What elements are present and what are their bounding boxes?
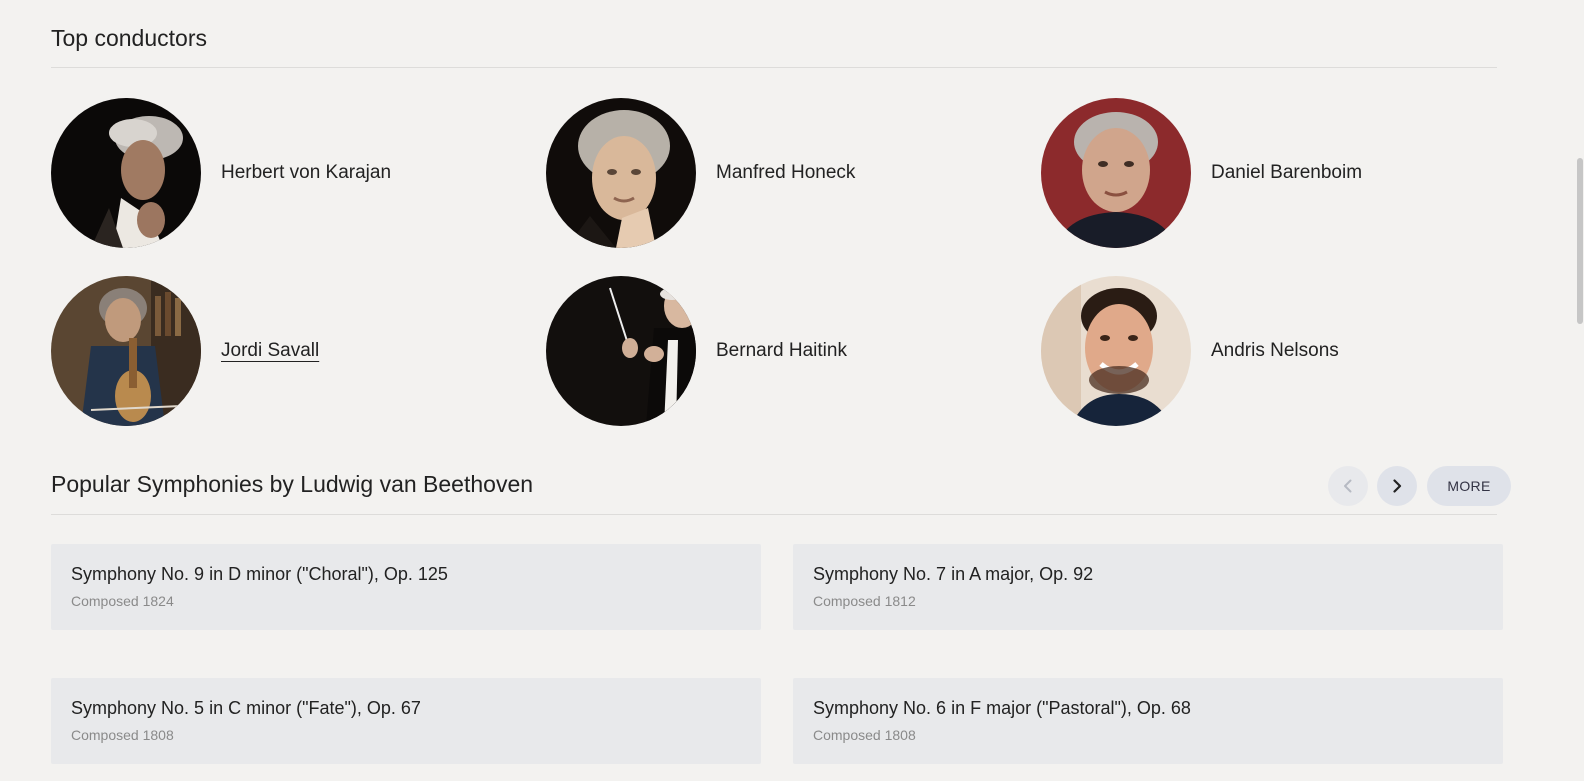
conductor-name: Andris Nelsons <box>1211 340 1339 361</box>
conductor-item-barenboim[interactable]: Daniel Barenboim <box>1041 98 1501 248</box>
conductor-name: Herbert von Karajan <box>221 162 392 183</box>
symphony-composed: Composed 1808 <box>813 727 916 743</box>
conductor-photo <box>546 276 696 426</box>
conductors-section-title: Top conductors <box>51 25 207 51</box>
symphony-title: Symphony No. 7 in A major, Op. 92 <box>813 564 1094 584</box>
symphonies-section-title: Popular Symphonies by Ludwig van Beethov… <box>51 471 534 497</box>
symphony-card[interactable]: Symphony No. 9 in D minor ("Choral"), Op… <box>51 544 761 630</box>
conductor-item-nelsons[interactable]: Andris Nelsons <box>1041 276 1501 426</box>
conductor-photo <box>51 276 201 426</box>
conductor-photo <box>1041 98 1191 248</box>
symphonies-divider <box>51 514 1497 515</box>
conductor-photo <box>1041 276 1191 426</box>
chevron-left-icon <box>1344 479 1352 493</box>
prev-button[interactable] <box>1328 466 1368 506</box>
conductor-name: Bernard Haitink <box>716 340 847 361</box>
next-button[interactable] <box>1377 466 1417 506</box>
conductor-item-honeck[interactable]: Manfred Honeck <box>546 98 1006 248</box>
symphony-title: Symphony No. 5 in C minor ("Fate"), Op. … <box>71 698 421 718</box>
conductor-name: Jordi Savall <box>221 340 320 361</box>
scrollbar-thumb[interactable] <box>1577 158 1583 324</box>
symphony-composed: Composed 1808 <box>71 727 174 743</box>
conductor-name: Daniel Barenboim <box>1211 162 1363 183</box>
more-button[interactable]: MORE <box>1427 466 1511 506</box>
symphony-card[interactable]: Symphony No. 5 in C minor ("Fate"), Op. … <box>51 678 761 764</box>
symphony-composed: Composed 1812 <box>813 593 916 609</box>
symphony-title: Symphony No. 9 in D minor ("Choral"), Op… <box>71 564 448 584</box>
conductor-item-haitink[interactable]: Bernard Haitink <box>546 276 1006 426</box>
symphony-card[interactable]: Symphony No. 6 in F major ("Pastoral"), … <box>793 678 1503 764</box>
conductor-photo <box>51 98 201 248</box>
symphony-title: Symphony No. 6 in F major ("Pastoral"), … <box>813 698 1191 718</box>
symphony-card[interactable]: Symphony No. 7 in A major, Op. 92 Compos… <box>793 544 1503 630</box>
symphony-composed: Composed 1824 <box>71 593 174 609</box>
conductor-name: Manfred Honeck <box>716 162 856 183</box>
conductor-photo <box>546 98 696 248</box>
conductors-divider <box>51 67 1497 68</box>
conductor-item-savall[interactable]: Jordi Savall <box>51 276 511 426</box>
chevron-right-icon <box>1393 479 1402 493</box>
conductor-item-karajan[interactable]: Herbert von Karajan <box>51 98 511 248</box>
